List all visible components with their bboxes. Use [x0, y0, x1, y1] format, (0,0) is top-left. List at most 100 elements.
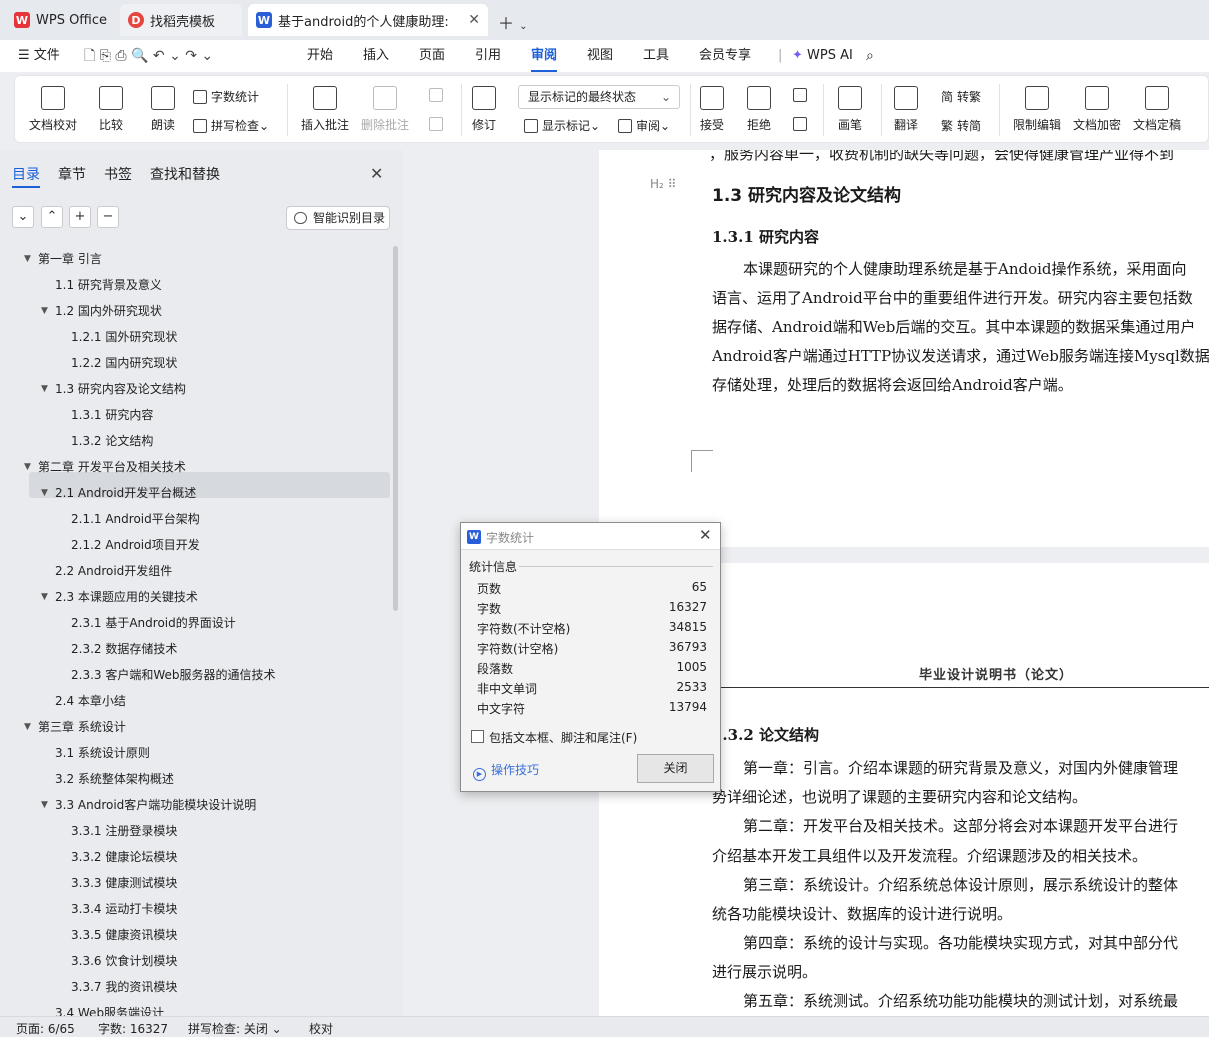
spell-check-button[interactable]: 拼写检查 ⌄: [193, 117, 269, 134]
close-tab-icon[interactable]: ✕: [468, 12, 480, 28]
toc-item[interactable]: 3.4 Web服务端设计: [55, 1000, 164, 1016]
doc-check-button[interactable]: 文档校对: [29, 86, 77, 133]
menu-view[interactable]: 视图: [587, 40, 613, 72]
include-textbox-checkbox[interactable]: [471, 730, 484, 743]
expand-arrow-icon[interactable]: ▼: [24, 454, 31, 480]
toc-item[interactable]: 2.4 本章小结: [55, 688, 126, 714]
toc-item[interactable]: 3.3.7 我的资讯模块: [71, 974, 177, 1000]
menu-insert[interactable]: 插入: [363, 40, 389, 72]
expand-arrow-icon[interactable]: ▼: [24, 714, 31, 740]
to-traditional-button[interactable]: 简转繁: [941, 88, 981, 105]
next-change-icon[interactable]: [793, 117, 811, 131]
toc-item[interactable]: ▼ 第一章 引言: [24, 246, 102, 272]
menu-tools[interactable]: 工具: [643, 40, 669, 72]
toc-item[interactable]: ▼ 第三章 系统设计: [24, 714, 126, 740]
tab-bookmarks[interactable]: 书签: [104, 164, 132, 184]
insert-comment-button[interactable]: 插入批注: [301, 86, 349, 133]
proofread-status[interactable]: 校对: [309, 1020, 333, 1037]
finalize-button[interactable]: 文档定稿: [1133, 86, 1181, 133]
revise-button[interactable]: 修订: [472, 86, 496, 133]
draw-button[interactable]: 画笔: [838, 86, 862, 133]
expand-arrow-icon[interactable]: ▼: [41, 584, 48, 610]
add-heading-button[interactable]: +: [69, 206, 91, 228]
word-count-button[interactable]: 字数统计: [193, 88, 259, 105]
read-aloud-button[interactable]: 朗读: [151, 86, 175, 133]
show-marks-button[interactable]: 显示标记 ⌄: [524, 117, 600, 134]
toc-item[interactable]: 3.1 系统设计原则: [55, 740, 150, 766]
toc-item[interactable]: 1.3.1 研究内容: [71, 402, 153, 428]
prev-comment-icon[interactable]: [429, 88, 447, 102]
menu-references[interactable]: 引用: [475, 40, 501, 72]
toc-item[interactable]: 2.3.3 客户端和Web服务器的通信技术: [71, 662, 276, 688]
reject-button[interactable]: 拒绝: [747, 86, 771, 133]
quick-access-icons[interactable]: 🗋 ⎘ ⎙ 🔍 ↶ ⌄ ↷ ⌄: [84, 40, 213, 72]
toc-item[interactable]: ▼ 2.1 Android开发平台概述: [41, 480, 196, 506]
expand-arrow-icon[interactable]: ▼: [41, 480, 48, 506]
toc-item[interactable]: ▼ 第二章 开发平台及相关技术: [24, 454, 186, 480]
new-tab-button[interactable]: ＋ ⌄: [498, 10, 527, 34]
close-pane-icon[interactable]: ✕: [370, 164, 383, 183]
toc-item[interactable]: 2.3.2 数据存储技术: [71, 636, 177, 662]
toc-item[interactable]: 3.3.4 运动打卡模块: [71, 896, 177, 922]
toc-item[interactable]: ▼ 1.2 国内外研究现状: [41, 298, 162, 324]
heading-level-marker[interactable]: H₂ ⠿: [650, 177, 676, 191]
toc-item[interactable]: 2.3.1 基于Android的界面设计: [71, 610, 236, 636]
expand-up-button[interactable]: ⌃: [41, 206, 63, 228]
word-count-indicator[interactable]: 字数: 16327: [98, 1020, 168, 1037]
page-indicator[interactable]: 页面: 6/65: [16, 1020, 75, 1037]
drag-handle-icon[interactable]: ⠿: [668, 177, 677, 191]
encrypt-button[interactable]: 文档加密: [1073, 86, 1121, 133]
tab-docer-templates[interactable]: D 找稻壳模板: [120, 4, 242, 36]
tab-find-replace[interactable]: 查找和替换: [150, 164, 220, 184]
tab-toc[interactable]: 目录: [12, 164, 40, 184]
toc-item[interactable]: ▼ 2.3 本课题应用的关键技术: [41, 584, 198, 610]
to-simplified-button[interactable]: 繁转简: [941, 117, 981, 134]
toc-scrollbar[interactable]: [393, 246, 398, 611]
collapse-all-button[interactable]: ⌄: [12, 206, 34, 228]
toc-item[interactable]: ▼ 3.3 Android客户端功能模块设计说明: [41, 792, 256, 818]
close-button[interactable]: 关闭: [637, 754, 714, 783]
accept-button[interactable]: 接受: [700, 86, 724, 133]
expand-arrow-icon[interactable]: ▼: [41, 376, 48, 402]
delete-comment-button[interactable]: 删除批注: [361, 86, 409, 133]
toc-item[interactable]: 2.2 Android开发组件: [55, 558, 172, 584]
close-icon[interactable]: ✕: [699, 526, 712, 544]
remove-heading-button[interactable]: −: [97, 206, 119, 228]
menu-page[interactable]: 页面: [419, 40, 445, 72]
menu-home[interactable]: 开始: [307, 40, 333, 72]
spell-check-status[interactable]: 拼写检查: 关闭 ⌄: [188, 1020, 282, 1037]
toc-item[interactable]: 2.1.1 Android平台架构: [71, 506, 200, 532]
menu-member[interactable]: 会员专享: [699, 40, 751, 72]
chevron-down-icon[interactable]: ⌄: [519, 21, 527, 32]
toc-item[interactable]: 2.1.2 Android项目开发: [71, 532, 200, 558]
toc-item[interactable]: 3.3.5 健康资讯模块: [71, 922, 177, 948]
toc-item[interactable]: 3.2 系统整体架构概述: [55, 766, 174, 792]
toc-item[interactable]: 3.3.1 注册登录模块: [71, 818, 177, 844]
toc-item[interactable]: 3.3.6 饮食计划模块: [71, 948, 177, 974]
menu-review[interactable]: 审阅: [531, 40, 558, 72]
tab-current-document[interactable]: W 基于android的个人健康助理: ✕: [248, 4, 488, 36]
tips-link[interactable]: ▶ 操作技巧: [473, 761, 539, 781]
toc-item[interactable]: 3.3.2 健康论坛模块: [71, 844, 177, 870]
expand-arrow-icon[interactable]: ▼: [41, 792, 48, 818]
toc-item[interactable]: 1.2.1 国外研究现状: [71, 324, 177, 350]
tab-sections[interactable]: 章节: [58, 164, 86, 184]
restrict-edit-button[interactable]: 限制编辑: [1013, 86, 1061, 133]
file-menu[interactable]: ☰ 文件: [18, 40, 60, 72]
compare-button[interactable]: 比较: [99, 86, 123, 133]
expand-arrow-icon[interactable]: ▼: [41, 298, 48, 324]
toc-item[interactable]: 1.1 研究背景及意义: [55, 272, 162, 298]
toc-item[interactable]: 1.2.2 国内研究现状: [71, 350, 177, 376]
smart-toc-button[interactable]: 智能识别目录: [286, 206, 390, 230]
next-comment-icon[interactable]: [429, 117, 447, 131]
include-textbox-label[interactable]: 包括文本框、脚注和尾注(F): [489, 729, 637, 746]
wps-ai-button[interactable]: ✦ WPS AI: [792, 40, 853, 72]
search-icon[interactable]: ⌕: [866, 40, 874, 72]
expand-arrow-icon[interactable]: ▼: [24, 246, 31, 272]
toc-item[interactable]: 3.3.3 健康测试模块: [71, 870, 177, 896]
prev-change-icon[interactable]: [793, 88, 811, 102]
translate-button[interactable]: 翻译: [894, 86, 918, 133]
toc-item[interactable]: 1.3.2 论文结构: [71, 428, 153, 454]
markup-mode-select[interactable]: 显示标记的最终状态 ⌄: [518, 85, 680, 109]
dialog-titlebar[interactable]: W 字数统计 ✕: [461, 523, 720, 550]
